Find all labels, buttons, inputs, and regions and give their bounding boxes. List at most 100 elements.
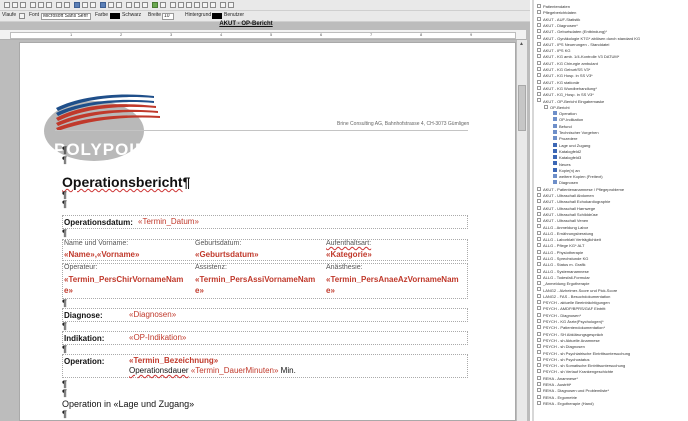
background-name[interactable]: Benutzer (224, 12, 244, 18)
birth-field[interactable]: «Geburtsdatum» (195, 250, 259, 259)
expand-icon[interactable] (537, 16, 541, 21)
expand-icon[interactable] (537, 400, 541, 405)
expand-icon[interactable] (537, 268, 541, 273)
expand-icon[interactable] (537, 98, 541, 103)
expand-icon[interactable] (537, 293, 541, 298)
template-tree-panel[interactable]: Patientendaten Pflegeberichtdaten AKUT - A… (532, 0, 688, 421)
expand-icon[interactable] (537, 199, 541, 204)
indication-field[interactable]: «OP-Indikation» (129, 333, 186, 342)
table-icon[interactable] (82, 2, 88, 8)
expand-icon[interactable] (537, 22, 541, 27)
field-icon[interactable] (553, 161, 557, 166)
field-icon[interactable] (553, 117, 557, 122)
expand-icon[interactable] (537, 369, 541, 374)
expand-icon[interactable] (537, 29, 541, 34)
field-icon[interactable] (553, 123, 557, 128)
align-center-icon[interactable] (134, 2, 140, 8)
expand-icon[interactable] (537, 41, 541, 46)
field-icon[interactable] (553, 180, 557, 185)
expand-icon[interactable] (537, 192, 541, 197)
redo-icon[interactable] (64, 2, 70, 8)
expand-icon[interactable] (537, 274, 541, 279)
anesth-field[interactable]: «Termin_PersAnaeAzVornameName» (326, 274, 466, 296)
expand-icon[interactable] (537, 318, 541, 323)
expand-icon[interactable] (537, 281, 541, 286)
align-right-icon[interactable] (142, 2, 148, 8)
surgeon-field[interactable]: «Termin_PersChirVornameName» (64, 274, 192, 296)
expand-icon[interactable] (537, 73, 541, 78)
vertical-scrollbar[interactable]: ▲ (516, 40, 527, 421)
expand-icon[interactable] (537, 312, 541, 317)
scroll-up-icon[interactable]: ▲ (519, 41, 524, 47)
header-icon[interactable] (220, 2, 226, 8)
expand-icon[interactable] (537, 394, 541, 399)
expand-icon[interactable] (537, 375, 541, 380)
print-icon[interactable] (210, 2, 216, 8)
position-line[interactable]: Operation in «Lage und Zugang» (62, 399, 194, 409)
color-name[interactable]: Schwarz (122, 12, 141, 18)
expand-icon[interactable] (537, 48, 541, 53)
expand-icon[interactable] (537, 255, 541, 260)
expand-icon[interactable] (537, 388, 541, 393)
expand-icon[interactable] (537, 79, 541, 84)
stay-field[interactable]: «Kategorie» (326, 250, 372, 259)
open-icon[interactable] (12, 2, 18, 8)
field-icon[interactable] (553, 167, 557, 172)
expand-icon[interactable] (537, 237, 541, 242)
expand-icon[interactable] (544, 104, 548, 109)
expand-icon[interactable] (537, 186, 541, 191)
shading-icon[interactable] (186, 2, 192, 8)
columns-icon[interactable] (194, 2, 200, 8)
align-left-icon[interactable] (126, 2, 132, 8)
expand-icon[interactable] (537, 92, 541, 97)
expand-icon[interactable] (537, 66, 541, 71)
expand-icon[interactable] (537, 249, 541, 254)
assist-field[interactable]: «Termin_PersAssiVornameName» (195, 274, 323, 296)
expand-icon[interactable] (537, 205, 541, 210)
border-icon[interactable] (178, 2, 184, 8)
font-select[interactable]: Microsoft Sans Serif (41, 13, 91, 20)
document-heading[interactable]: Operationsbericht¶ (62, 174, 190, 190)
expand-icon[interactable] (537, 60, 541, 65)
op-date-field[interactable]: «Termin_Datum» (138, 217, 199, 226)
field-icon[interactable] (553, 129, 557, 134)
expand-icon[interactable] (537, 3, 541, 8)
expand-icon[interactable] (537, 243, 541, 248)
expand-icon[interactable] (537, 35, 541, 40)
expand-icon[interactable] (537, 381, 541, 386)
expand-icon[interactable] (537, 306, 541, 311)
expand-icon[interactable] (537, 54, 541, 59)
paragraph-style-label[interactable]: Vlaufe (2, 12, 16, 18)
italic-icon[interactable] (108, 2, 114, 8)
field-icon[interactable] (553, 148, 557, 153)
expand-icon[interactable] (537, 344, 541, 349)
expand-icon[interactable] (537, 350, 541, 355)
expand-icon[interactable] (537, 363, 541, 368)
new-icon[interactable] (4, 2, 10, 8)
page-icon[interactable] (202, 2, 208, 8)
field-icon[interactable] (553, 155, 557, 160)
expand-icon[interactable] (537, 10, 541, 15)
cut-icon[interactable] (30, 2, 36, 8)
expand-icon[interactable] (537, 287, 541, 292)
scrollbar-thumb[interactable] (518, 85, 526, 131)
operation-field[interactable]: «Termin_Bezeichnung» (129, 356, 218, 365)
field-icon[interactable] (553, 111, 557, 116)
expand-icon[interactable] (537, 230, 541, 235)
expand-icon[interactable] (537, 85, 541, 90)
name-field[interactable]: «Name»,«Vorname» (64, 250, 139, 259)
expand-icon[interactable] (537, 337, 541, 342)
expand-icon[interactable] (537, 356, 541, 361)
duration-line[interactable]: Operationsdauer «Termin_DauerMinuten» Mi… (129, 366, 296, 375)
paste-icon[interactable] (46, 2, 52, 8)
copy-icon[interactable] (38, 2, 44, 8)
field-icon[interactable] (553, 136, 557, 141)
expand-icon[interactable] (537, 211, 541, 216)
expand-icon[interactable] (537, 325, 541, 330)
diagnosis-field[interactable]: «Diagnosen» (129, 310, 176, 319)
expand-icon[interactable] (537, 224, 541, 229)
insert-field-icon[interactable] (74, 2, 80, 8)
bold-icon[interactable] (100, 2, 106, 8)
field-icon[interactable] (553, 142, 557, 147)
expand-icon[interactable] (537, 300, 541, 305)
